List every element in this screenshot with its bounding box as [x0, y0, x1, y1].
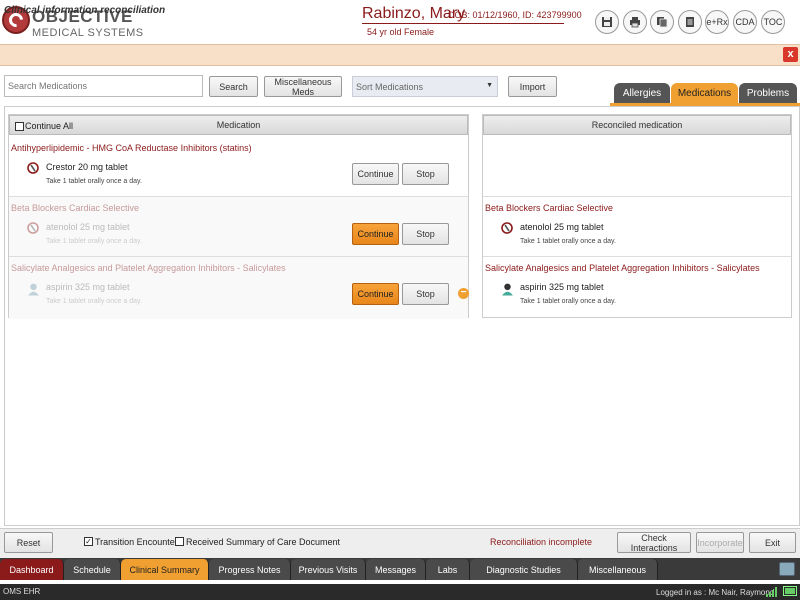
nav-messages[interactable]: Messages: [366, 559, 426, 580]
erx-button[interactable]: e+Rx: [705, 10, 729, 34]
logged-in-user: Logged in as : Mc Nair, Raymond: [656, 588, 775, 597]
medication-panel: Continue All Medication Antihyperlipidem…: [8, 114, 469, 319]
cda-button[interactable]: CDA: [733, 10, 757, 34]
continue-button[interactable]: Continue: [352, 223, 399, 245]
medication-sig: Take 1 tablet orally once a day.: [46, 178, 142, 185]
tab-allergies[interactable]: Allergies: [614, 83, 670, 103]
help-icon[interactable]: [779, 562, 795, 576]
title-bar: [0, 44, 800, 66]
tab-medications[interactable]: Medications: [671, 83, 738, 103]
stop-button[interactable]: Stop: [402, 223, 449, 245]
continue-all-checkbox[interactable]: [15, 122, 24, 131]
medication-name: aspirin 325 mg tablet: [520, 282, 604, 292]
copy-button[interactable]: [650, 10, 674, 34]
nav-clinical-summary[interactable]: Clinical Summary: [121, 559, 209, 580]
nav-progress-notes[interactable]: Progress Notes: [209, 559, 291, 580]
save-icon: [602, 17, 612, 27]
reset-button[interactable]: Reset: [4, 532, 53, 553]
dropdown-arrow-icon: ▼: [486, 82, 493, 89]
toc-icon: TOC: [763, 17, 783, 27]
save-button[interactable]: [595, 10, 619, 34]
transition-encounter-label: Transition Encounter: [95, 537, 178, 547]
copy-icon: [657, 17, 668, 28]
nav-schedule[interactable]: Schedule: [64, 559, 121, 580]
nav-diagnostic-studies[interactable]: Diagnostic Studies: [470, 559, 578, 580]
stop-button[interactable]: Stop: [402, 283, 449, 305]
check-interactions-button[interactable]: Check Interactions: [617, 532, 691, 553]
reconciled-row: Salicylate Analgesics and Platelet Aggre…: [483, 257, 791, 319]
nav-miscellaneous[interactable]: Miscellaneous: [578, 559, 658, 580]
sort-medications-select[interactable]: Sort Medications ▼: [352, 76, 498, 97]
reconciled-row-empty: [483, 137, 791, 197]
logo-subtext: MEDICAL SYSTEMS: [32, 27, 144, 39]
toc-button[interactable]: TOC: [761, 10, 785, 34]
medication-name: atenolol 25 mg tablet: [520, 222, 604, 232]
stop-button[interactable]: Stop: [402, 163, 449, 185]
app-window: OBJECTIVE MEDICAL SYSTEMS Rabinzo, Mary …: [0, 0, 800, 600]
print-button[interactable]: [623, 10, 647, 34]
medication-sig: Take 1 tablet orally once a day.: [46, 238, 142, 245]
rx-icon: [27, 162, 39, 174]
medication-column-header: Continue All Medication: [9, 115, 468, 135]
received-summary-checkbox[interactable]: [175, 537, 184, 546]
reconciliation-status: Reconciliation incomplete: [490, 537, 593, 547]
app-name: OMS EHR: [3, 587, 41, 596]
medication-sig: Take 1 tablet orally once a day.: [520, 238, 616, 245]
import-button[interactable]: Import: [508, 76, 557, 97]
medication-name: atenolol 25 mg tablet: [46, 222, 130, 232]
signal-icon: [766, 586, 780, 597]
reconciled-medication-panel: Reconciled medication Beta Blockers Card…: [482, 114, 792, 318]
rx-icon: [27, 222, 39, 234]
medication-row: Salicylate Analgesics and Platelet Aggre…: [9, 257, 469, 319]
reconciled-header-label: Reconciled medication: [591, 120, 683, 130]
reconciled-column-header: Reconciled medication: [483, 115, 791, 135]
nav-dashboard[interactable]: Dashboard: [0, 559, 64, 580]
remove-icon[interactable]: −: [458, 288, 469, 299]
battery-icon: [783, 586, 797, 596]
incorporate-button[interactable]: Incorporate: [696, 532, 744, 553]
medication-name: Crestor 20 mg tablet: [46, 162, 128, 172]
medication-header-label: Medication: [216, 120, 261, 130]
nav-labs[interactable]: Labs: [426, 559, 470, 580]
medication-name: aspirin 325 mg tablet: [46, 282, 130, 292]
search-button[interactable]: Search: [209, 76, 258, 97]
search-input[interactable]: [4, 75, 203, 97]
close-button[interactable]: x: [783, 47, 798, 62]
drug-class-title: Beta Blockers Cardiac Selective: [11, 203, 140, 213]
miscellaneous-meds-button[interactable]: Miscellaneous Meds: [264, 76, 342, 97]
tab-problems[interactable]: Problems: [739, 83, 797, 103]
erx-icon: e+Rx: [706, 17, 728, 27]
page-title: Clinical information reconciliation: [4, 5, 166, 16]
patient-icon: [28, 283, 39, 296]
continue-button[interactable]: Continue: [352, 163, 399, 185]
nav-previous-visits[interactable]: Previous Visits: [291, 559, 366, 580]
document-icon: [686, 17, 694, 27]
exit-button[interactable]: Exit: [749, 532, 796, 553]
medication-sig: Take 1 tablet orally once a day.: [46, 298, 142, 305]
drug-class-title: Antihyperlipidemic - HMG CoA Reductase I…: [11, 143, 252, 153]
cda-icon: CDA: [735, 17, 755, 27]
medication-row: Antihyperlipidemic - HMG CoA Reductase I…: [9, 137, 468, 197]
continue-button[interactable]: Continue: [352, 283, 399, 305]
medication-sig: Take 1 tablet orally once a day.: [520, 298, 616, 305]
received-summary-label: Received Summary of Care Document: [186, 537, 341, 547]
transition-encounter-checkbox[interactable]: ✓: [84, 537, 93, 546]
drug-class-title: Beta Blockers Cardiac Selective: [485, 203, 614, 213]
patient-icon: [502, 283, 513, 296]
drug-class-title: Salicylate Analgesics and Platelet Aggre…: [11, 263, 286, 273]
print-icon: [630, 17, 640, 28]
document-button[interactable]: [678, 10, 702, 34]
patient-dob: DOB: 01/12/1960, ID: 423799900: [448, 10, 582, 20]
patient-age: 54 yr old Female: [367, 27, 435, 37]
rx-icon: [501, 222, 513, 234]
reconciled-row: Beta Blockers Cardiac Selective atenolol…: [483, 197, 791, 257]
sort-select-value: Sort Medications: [356, 81, 424, 92]
drug-class-title: Salicylate Analgesics and Platelet Aggre…: [485, 263, 760, 273]
medication-row: Beta Blockers Cardiac Selective atenolol…: [9, 197, 468, 257]
continue-all-label: Continue All: [25, 121, 74, 131]
close-icon: x: [787, 48, 794, 60]
patient-divider: [362, 23, 564, 24]
